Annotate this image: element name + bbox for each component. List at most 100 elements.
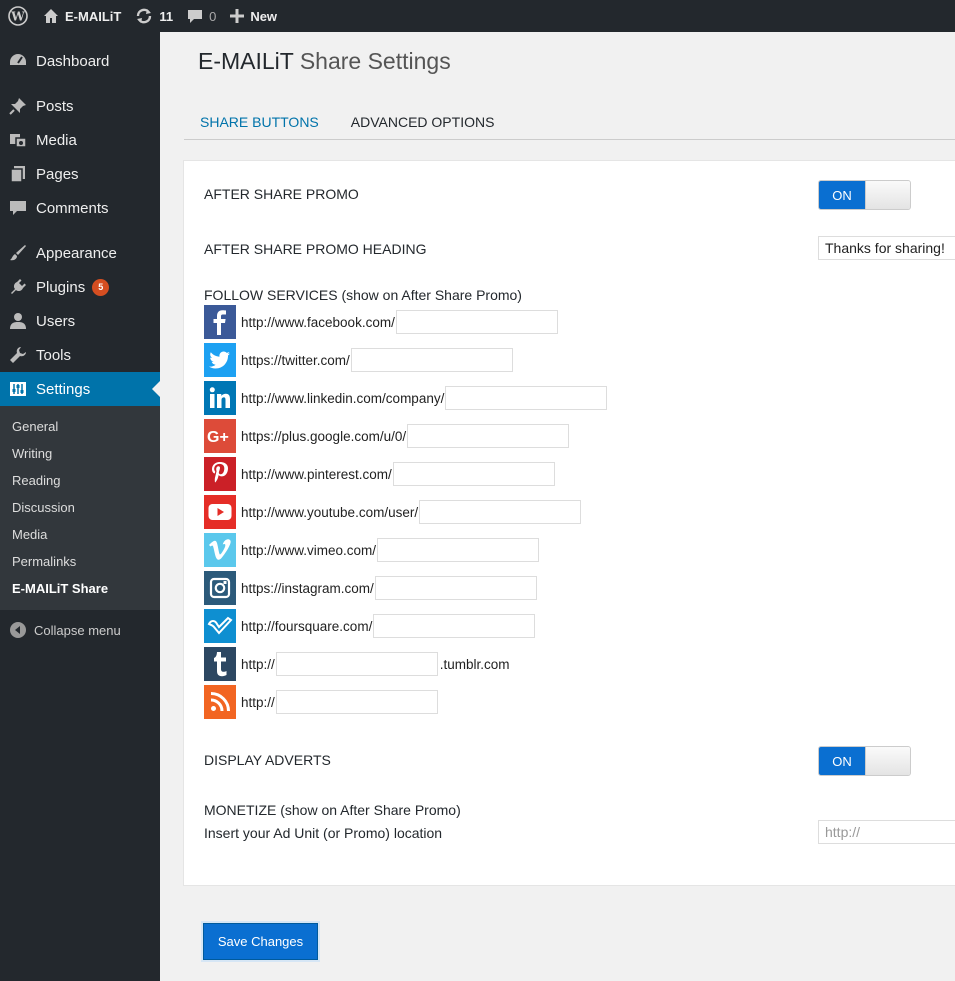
tumblr-suffix: .tumblr.com [439, 656, 510, 672]
updates-link[interactable]: 11 [128, 0, 180, 32]
plug-icon [8, 277, 28, 297]
menu-pages[interactable]: Pages [0, 157, 160, 191]
save-changes-button[interactable]: Save Changes [203, 923, 318, 960]
submenu-discussion[interactable]: Discussion [0, 494, 160, 521]
service-row-vimeo: http://www.vimeo.com/ [204, 533, 540, 567]
service-url: http://www.vimeo.com/ [241, 542, 377, 558]
service-row-twitter: https://twitter.com/ [204, 343, 513, 377]
dashboard-icon [8, 51, 28, 71]
service-url: http://www.facebook.com/ [241, 314, 395, 330]
service-url: https://instagram.com/ [241, 580, 374, 596]
linkedin-icon [204, 381, 236, 415]
user-icon [8, 311, 28, 331]
instagram-icon [204, 571, 236, 605]
tab-share-buttons[interactable]: SHARE BUTTONS [184, 104, 335, 140]
menu-comments[interactable]: Comments [0, 191, 160, 225]
monetize-label: MONETIZE (show on After Share Promo) [204, 802, 461, 818]
vimeo-input[interactable] [377, 538, 540, 562]
rss-input[interactable] [275, 690, 438, 714]
google-plus-input[interactable] [407, 424, 570, 448]
service-row-google-plus: G+ https://plus.google.com/u/0/ [204, 419, 570, 453]
follow-services-label: FOLLOW SERVICES (show on After Share Pro… [204, 287, 522, 303]
display-adverts-toggle[interactable]: ON [818, 746, 911, 776]
twitter-icon [204, 343, 236, 377]
submenu-general[interactable]: General [0, 413, 160, 440]
new-label: New [250, 8, 278, 24]
wrench-icon [8, 345, 28, 365]
menu-posts[interactable]: Posts [0, 89, 160, 123]
service-url: http://www.pinterest.com/ [241, 466, 392, 482]
ad-location-label: Insert your Ad Unit (or Promo) location [204, 825, 443, 841]
after-share-promo-toggle[interactable]: ON [818, 180, 911, 210]
media-icon [8, 130, 28, 150]
after-share-promo-label: AFTER SHARE PROMO [204, 186, 359, 202]
menu-label: Dashboard [36, 52, 110, 70]
menu-users[interactable]: Users [0, 304, 160, 338]
ad-location-input[interactable] [818, 820, 955, 844]
promo-heading-input[interactable] [818, 236, 955, 260]
tumblr-input[interactable] [275, 652, 438, 676]
menu-appearance[interactable]: Appearance [0, 236, 160, 270]
service-url: http://www.linkedin.com/company/ [241, 390, 445, 406]
toggle-on-label: ON [819, 181, 865, 209]
pinterest-input[interactable] [392, 462, 555, 486]
service-url: http:// [241, 656, 275, 672]
foursquare-input[interactable] [373, 614, 536, 638]
linkedin-input[interactable] [445, 386, 608, 410]
submenu-media[interactable]: Media [0, 521, 160, 548]
title-brand: E-MAILiT [198, 48, 294, 74]
promo-heading-label: AFTER SHARE PROMO HEADING [204, 241, 427, 257]
rss-icon [204, 685, 236, 719]
submenu-writing[interactable]: Writing [0, 440, 160, 467]
facebook-input[interactable] [395, 310, 558, 334]
menu-settings[interactable]: Settings [0, 372, 160, 406]
comment-icon [188, 10, 203, 23]
settings-tabs: SHARE BUTTONS ADVANCED OPTIONS [184, 104, 955, 140]
plus-icon [230, 9, 245, 23]
service-row-foursquare: http://foursquare.com/ [204, 609, 536, 643]
instagram-input[interactable] [374, 576, 537, 600]
comment-icon [8, 198, 28, 218]
menu-media[interactable]: Media [0, 123, 160, 157]
plugins-update-badge: 5 [92, 278, 110, 296]
service-url: http://www.youtube.com/user/ [241, 504, 419, 520]
toggle-handle [865, 181, 910, 209]
wordpress-logo-icon[interactable]: W [0, 0, 36, 32]
submenu-permalinks[interactable]: Permalinks [0, 548, 160, 575]
google-plus-icon: G+ [204, 419, 236, 453]
collapse-menu-button[interactable]: Collapse menu [0, 612, 160, 648]
youtube-input[interactable] [419, 500, 582, 524]
facebook-icon [204, 305, 236, 339]
site-name-link[interactable]: E-MAILiT [36, 0, 128, 32]
service-row-rss: http:// [204, 685, 438, 719]
twitter-input[interactable] [350, 348, 513, 372]
foursquare-icon [204, 609, 236, 643]
service-url: https://twitter.com/ [241, 352, 350, 368]
menu-label: Media [36, 131, 77, 149]
collapse-arrow-icon [10, 622, 26, 638]
svg-text:W: W [10, 10, 25, 24]
pinterest-icon [204, 457, 236, 491]
collapse-label: Collapse menu [34, 622, 121, 638]
menu-dashboard[interactable]: Dashboard [0, 44, 160, 78]
submenu-reading[interactable]: Reading [0, 467, 160, 494]
menu-tools[interactable]: Tools [0, 338, 160, 372]
menu-label: Users [36, 312, 76, 330]
menu-label: Tools [36, 346, 72, 364]
home-icon [44, 9, 58, 23]
main-content: E-MAILiT Share Settings SHARE BUTTONS AD… [160, 32, 955, 981]
tab-advanced-options[interactable]: ADVANCED OPTIONS [335, 104, 511, 140]
comments-link[interactable]: 0 [180, 0, 223, 32]
submenu-emailit-share[interactable]: E-MAILiT Share [0, 575, 160, 602]
new-content-link[interactable]: New [223, 0, 284, 32]
service-url: http:// [241, 694, 275, 710]
toggle-handle [865, 747, 910, 775]
settings-submenu: General Writing Reading Discussion Media… [0, 406, 160, 610]
pages-icon [8, 164, 28, 184]
updates-count: 11 [159, 8, 174, 24]
tumblr-icon [204, 647, 236, 681]
service-url: https://plus.google.com/u/0/ [241, 428, 407, 444]
menu-label: Appearance [36, 244, 117, 262]
menu-label: Settings [36, 380, 91, 398]
menu-plugins[interactable]: Plugins 5 [0, 270, 160, 304]
